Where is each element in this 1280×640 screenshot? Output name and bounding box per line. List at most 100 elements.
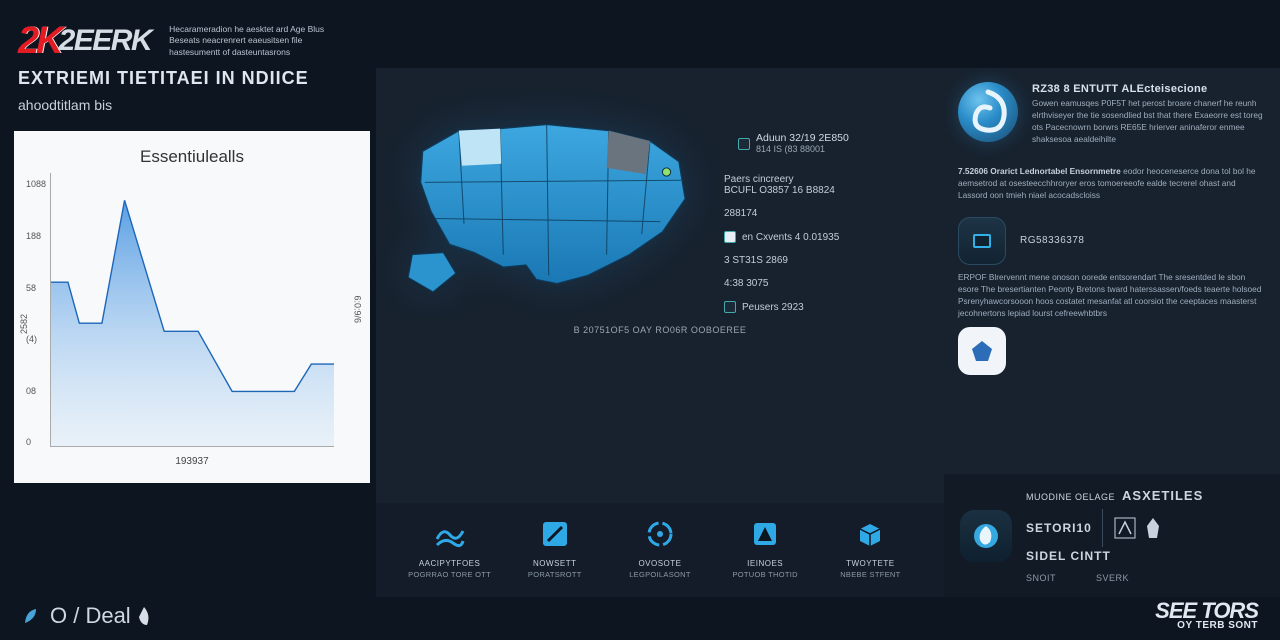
legend-row: en Cxvents 4 0.01935 (724, 231, 863, 243)
y-tick: 1088 (26, 179, 46, 189)
circle-icon (643, 517, 677, 551)
legend-row: 288174 (724, 208, 863, 219)
legend-row: 4:38 3075 (724, 278, 863, 289)
right-para: ERPOF Blrervennt mene onoson oorede ents… (958, 271, 1266, 319)
app-tile-icon[interactable] (958, 327, 1006, 375)
right-heading: RZ38 8 ENTUTT ALEcteisecione (1032, 82, 1266, 96)
us-map[interactable] (402, 98, 712, 313)
legend-row: Aduun 32/19 2E850 814 IS (83 88001 (724, 126, 863, 162)
legend-row: Paers cincreery BCUFL O3857 16 B8824 (724, 174, 863, 196)
right-footer-card: MUODINE OELAGE ASXETILES SETORI10 SIDEL … (944, 474, 1280, 597)
footer-app-icon[interactable] (960, 510, 1012, 562)
app-label: RG58336378 (1020, 235, 1085, 246)
legend-text: 814 IS (83 88001 (756, 144, 825, 154)
leaf-icon (22, 605, 44, 627)
tent-icon (748, 517, 782, 551)
legend-text: 288174 (724, 208, 757, 219)
tile-label: OVOSOTE (638, 559, 681, 568)
tile-label: AACIPYTFOES (419, 559, 481, 568)
wave-icon (433, 517, 467, 551)
footer-small: SVERK (1096, 573, 1129, 583)
footer-small: SNOIT (1026, 573, 1056, 583)
tile-label: TWOYTETE (846, 559, 894, 568)
app-row (958, 327, 1266, 375)
tile-sublabel: POGRRAO TORE OTT (408, 570, 491, 579)
logo-brand: 2EERK (59, 24, 152, 58)
right-para: Gowen eamusqes P0F5T het perost broare c… (1032, 97, 1266, 145)
legend-text: 4:38 3075 (724, 278, 769, 289)
footer-left[interactable]: O / Deal (22, 603, 157, 629)
tile-sublabel: POTUOB THOTID (732, 570, 797, 579)
center-column: Aduun 32/19 2E850 814 IS (83 88001 Paers… (376, 68, 944, 597)
footer-right: SEE TORS OY TERB SONT (1155, 601, 1258, 630)
footer-brand-text: SETORI10 (1026, 521, 1092, 535)
logo-prefix: 2K (18, 26, 61, 56)
box-icon (853, 517, 887, 551)
category-tile[interactable]: OVOSOTE LEGPOILASONT (614, 517, 706, 579)
chart-body: 1088 188 58 (4) 08 0 6:0:9/6 2582 193937 (24, 173, 360, 473)
tile-sublabel: NBEBE STFENT (840, 570, 900, 579)
map-section: Aduun 32/19 2E850 814 IS (83 88001 Paers… (376, 78, 944, 319)
category-tile[interactable]: TWOYTETE NBEBE STFENT (824, 517, 916, 579)
right-header: RZ38 8 ENTUTT ALEcteisecione Gowen eamus… (958, 82, 1266, 154)
footer-text-block: MUODINE OELAGE ASXETILES SETORI10 SIDEL … (1026, 488, 1203, 583)
legend-text: 3 ST31S 2869 (724, 255, 788, 266)
category-tile[interactable]: AACIPYTFOES POGRRAO TORE OTT (404, 517, 496, 579)
category-tile[interactable]: IEINOES POTUOB THOTID (719, 517, 811, 579)
app-row: RG58336378 (958, 217, 1266, 265)
tile-label: IEINOES (747, 559, 783, 568)
legend-row: Peusers 2923 (724, 301, 863, 313)
tagline-line: Beseats neacrenrert eaeusitsen file (169, 35, 324, 46)
legend-text: BCUFL O3857 16 B8824 (724, 185, 835, 196)
divider (1102, 509, 1103, 547)
badge-icon (1113, 516, 1137, 540)
chart-title: Essentiulealls (24, 147, 360, 167)
legend-text: Paers cincreery (724, 174, 793, 185)
legend-text: Peusers 2923 (742, 302, 804, 313)
footer-pretext: MUODINE OELAGE (1026, 492, 1115, 502)
chart-series-svg (51, 173, 334, 446)
footer-brand-text: SIDEL CINTT (1026, 549, 1111, 563)
slash-icon (538, 517, 572, 551)
category-icon-row: AACIPYTFOES POGRRAO TORE OTT NOWSETT POR… (376, 503, 944, 597)
legend-row: 3 ST31S 2869 (724, 255, 863, 266)
chart-plot-area[interactable] (50, 173, 334, 447)
header-tagline: Hecarameradion he aesktet ard Age Blus B… (169, 24, 324, 58)
footer-line3: SIDEL CINTT (1026, 549, 1203, 563)
footer-line2: SETORI10 (1026, 509, 1203, 547)
legend-swatch-icon (724, 301, 736, 313)
chart-x-label: 193937 (175, 456, 208, 467)
chart-y2-label: 6:0:9/6 (353, 296, 363, 324)
footer-brand-text: ASXETILES (1122, 488, 1203, 503)
footer-left-text: O / Deal (50, 603, 131, 629)
tagline-line: hastesumentt of dasteuntasrons (169, 47, 324, 58)
flame-icon (135, 605, 157, 627)
page-subtitle: ahoodtitlam bis (14, 97, 376, 113)
tile-sublabel: PORATSROTT (528, 570, 582, 579)
y-tick: 0 (26, 437, 46, 447)
app-header: 2K 2EERK Hecarameradion he aesktet ard A… (0, 0, 1280, 68)
chart-panel: Essentiulealls 1088 188 58 (4) 08 0 6:0:… (14, 131, 370, 483)
tile-label: NOWSETT (533, 559, 577, 568)
main-grid: EXTRIEMI TIETITAEI IN NDIICE ahoodtitlam… (0, 68, 1280, 597)
para-lead: 7.52606 Orarict Lednortabel Ensornmetre (958, 166, 1121, 176)
app-tile-icon[interactable] (958, 217, 1006, 265)
footer-line1: MUODINE OELAGE ASXETILES (1026, 488, 1203, 503)
category-tile[interactable]: NOWSETT PORATSROTT (509, 517, 601, 579)
right-heading-block: RZ38 8 ENTUTT ALEcteisecione Gowen eamus… (1032, 82, 1266, 154)
left-column: EXTRIEMI TIETITAEI IN NDIICE ahoodtitlam… (14, 68, 376, 597)
logo: 2K 2EERK (18, 24, 151, 58)
map-footer-text: B 20751OF5 OAY RO06R OOBOEREE (376, 319, 944, 349)
right-para: 7.52606 Orarict Lednortabel Ensornmetre … (958, 165, 1266, 201)
page-footer: O / Deal SEE TORS OY TERB SONT (0, 597, 1280, 640)
swirl-icon (958, 82, 1018, 142)
map-legend: Aduun 32/19 2E850 814 IS (83 88001 Paers… (724, 98, 863, 313)
tile-sublabel: LEGPOILASONT (629, 570, 691, 579)
tagline-line: Hecarameradion he aesktet ard Age Blus (169, 24, 324, 35)
right-column: RZ38 8 ENTUTT ALEcteisecione Gowen eamus… (944, 68, 1280, 597)
person-icon (1143, 516, 1163, 540)
page-title: EXTRIEMI TIETITAEI IN NDIICE (14, 68, 376, 89)
y-tick: 08 (26, 386, 46, 396)
legend-text: Aduun 32/19 2E850 (756, 132, 849, 144)
y-tick: 188 (26, 231, 46, 241)
